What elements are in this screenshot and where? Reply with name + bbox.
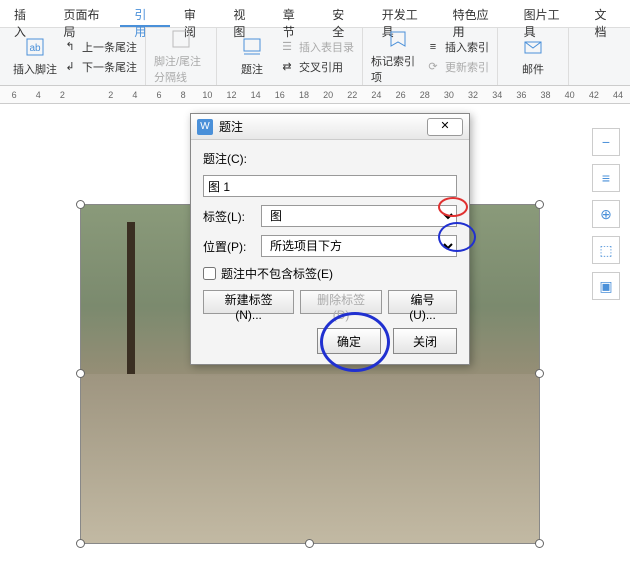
tab-doc[interactable]: 文档	[581, 0, 630, 27]
select-button[interactable]: ▣	[592, 272, 620, 300]
resize-handle-rc[interactable]	[535, 369, 544, 378]
close-button[interactable]: ✕	[427, 118, 463, 136]
resize-handle-br[interactable]	[535, 539, 544, 548]
tab-page-layout[interactable]: 页面布局	[49, 0, 120, 27]
zoom-out-button[interactable]: −	[592, 128, 620, 156]
tab-view[interactable]: 视图	[219, 0, 268, 27]
tab-references[interactable]: 引用	[120, 0, 169, 27]
insert-footnote-label: 插入脚注	[13, 61, 57, 77]
svg-text:ab: ab	[29, 43, 41, 54]
cross-ref-icon: ⇄	[279, 59, 295, 75]
crop-button[interactable]: ⬚	[592, 236, 620, 264]
update-index-button[interactable]: ⟳更新索引	[425, 59, 489, 75]
tab-picture-tools[interactable]: 图片工具	[510, 0, 581, 27]
resize-handle-tl[interactable]	[76, 200, 85, 209]
tag-label: 标签(L):	[203, 208, 261, 225]
ribbon-toolbar: ab 插入脚注 ↰上一条尾注 ↲下一条尾注 脚注/尾注分隔线 题注 ☰插入表目录…	[0, 28, 630, 86]
tab-insert[interactable]: 插入	[0, 0, 49, 27]
update-index-icon: ⟳	[425, 59, 441, 75]
close-dialog-button[interactable]: 关闭	[393, 328, 457, 354]
dialog-titlebar[interactable]: W 题注 ✕	[191, 114, 469, 140]
resize-handle-bl[interactable]	[76, 539, 85, 548]
app-icon: W	[197, 119, 213, 135]
next-endnote-button[interactable]: ↲下一条尾注	[62, 59, 137, 75]
separator-icon	[170, 28, 192, 50]
horizontal-ruler[interactable]: 6422468101214161820222426283032343638404…	[0, 86, 630, 104]
mail-button[interactable]: 邮件	[506, 30, 560, 84]
ok-button[interactable]: 确定	[317, 328, 381, 354]
caption-label-text: 题注(C):	[203, 150, 261, 167]
caption-input[interactable]	[203, 175, 457, 197]
nav-pane-button[interactable]: ≡	[592, 164, 620, 192]
footnote-separator-label: 脚注/尾注分隔线	[154, 53, 208, 85]
ribbon-tabs: 插入 页面布局 引用 审阅 视图 章节 安全 开发工具 特色应用 图片工具 文档	[0, 0, 630, 28]
mark-index-label: 标记索引项	[371, 53, 425, 85]
caption-dialog: W 题注 ✕ 题注(C): 标签(L): 图 位置(P): 所选项目下方 题注中…	[190, 113, 470, 365]
footnote-icon: ab	[24, 36, 46, 58]
new-label-button[interactable]: 新建标签(N)...	[203, 290, 294, 314]
side-toolbar: − ≡ ⊕ ⬚ ▣	[592, 128, 620, 308]
caption-label: 题注	[241, 61, 263, 77]
cross-ref-button[interactable]: ⇄交叉引用	[279, 59, 354, 75]
mark-index-button[interactable]: 标记索引项	[371, 30, 425, 84]
tab-chapter[interactable]: 章节	[269, 0, 318, 27]
insert-toc-button[interactable]: ☰插入表目录	[279, 39, 354, 55]
numbering-button[interactable]: 编号(U)...	[388, 290, 457, 314]
tab-special[interactable]: 特色应用	[439, 0, 510, 27]
position-select[interactable]: 所选项目下方	[261, 235, 457, 257]
exclude-label-checkbox[interactable]	[203, 267, 216, 280]
insert-index-icon: ≡	[425, 39, 441, 55]
caption-icon	[241, 36, 263, 58]
resize-handle-tr[interactable]	[535, 200, 544, 209]
tab-review[interactable]: 审阅	[170, 0, 219, 27]
delete-label-button[interactable]: 删除标签(D)	[300, 290, 382, 314]
insert-footnote-button[interactable]: ab 插入脚注	[8, 30, 62, 84]
dialog-title: 题注	[219, 118, 427, 135]
tab-dev[interactable]: 开发工具	[368, 0, 439, 27]
footnote-separator-button[interactable]: 脚注/尾注分隔线	[154, 30, 208, 84]
next-endnote-icon: ↲	[62, 59, 78, 75]
resize-handle-lc[interactable]	[76, 369, 85, 378]
prev-endnote-icon: ↰	[62, 39, 78, 55]
insert-index-button[interactable]: ≡插入索引	[425, 39, 489, 55]
tag-select[interactable]: 图	[261, 205, 457, 227]
mark-index-icon	[387, 28, 409, 50]
caption-button[interactable]: 题注	[225, 30, 279, 84]
mail-label: 邮件	[522, 61, 544, 77]
exclude-label-text: 题注中不包含标签(E)	[221, 265, 333, 282]
tab-security[interactable]: 安全	[318, 0, 367, 27]
mail-icon	[522, 36, 544, 58]
toc-icon: ☰	[279, 39, 295, 55]
zoom-in-button[interactable]: ⊕	[592, 200, 620, 228]
resize-handle-bc[interactable]	[305, 539, 314, 548]
position-label: 位置(P):	[203, 238, 261, 255]
prev-endnote-button[interactable]: ↰上一条尾注	[62, 39, 137, 55]
